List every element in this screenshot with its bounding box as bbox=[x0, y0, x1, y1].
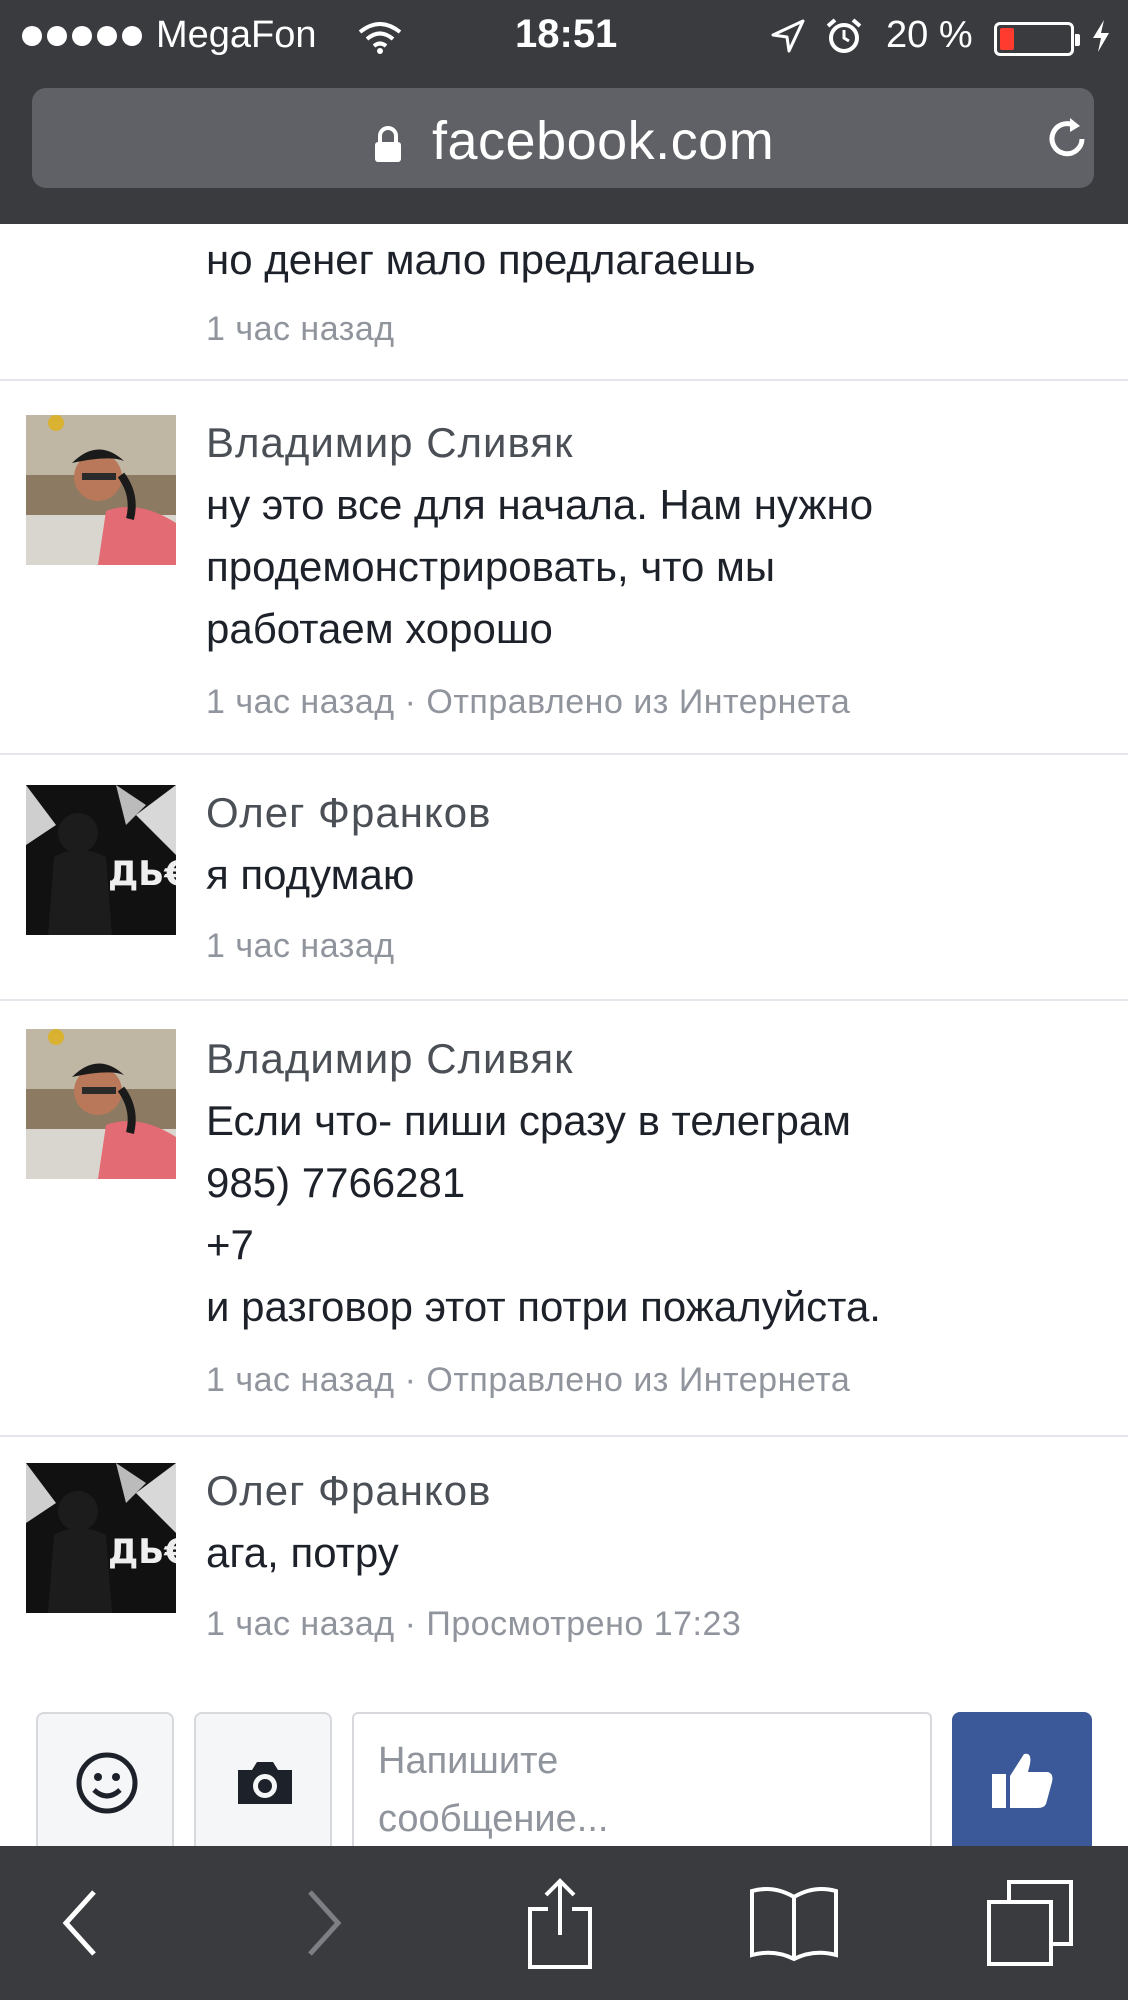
message-text-line: Если что- пиши сразу в телеграм bbox=[206, 1097, 852, 1144]
status-bar: MegaFon 18:51 20 % bbox=[0, 0, 1128, 72]
message-time: 1 час назад bbox=[206, 1361, 395, 1399]
message-text-line: продемонстрировать, что мы bbox=[206, 543, 776, 590]
sender-name[interactable]: Олег Франков bbox=[206, 789, 491, 837]
book-icon bbox=[750, 1887, 838, 1962]
message-item: ДЬ€ Олег Франков ага, потру 1 час назад·… bbox=[0, 1437, 1128, 1697]
smiley-icon bbox=[76, 1752, 138, 1814]
message-meta: 1 час назад · Отправлено из Интернета bbox=[206, 683, 850, 722]
message-time: 1 час назад bbox=[206, 927, 395, 965]
tabs-button[interactable] bbox=[950, 1846, 1110, 2000]
message-meta: 1 час назад · Просмотрено 17:23 bbox=[206, 1605, 741, 1644]
wifi-icon bbox=[358, 22, 402, 54]
message-time: 1 час назад bbox=[206, 1605, 395, 1643]
message-text-line: ну это все для начала. Нам нужно bbox=[206, 481, 874, 528]
meta-separator: · bbox=[404, 1605, 417, 1643]
sender-name[interactable]: Владимир Сливяк bbox=[206, 419, 573, 467]
thumbs-up-icon bbox=[992, 1753, 1053, 1808]
battery-level-fill bbox=[1000, 28, 1014, 50]
message-text-line: я подумаю bbox=[206, 851, 415, 898]
charging-bolt-icon bbox=[1093, 20, 1109, 52]
message-item: Владимир Сливяк Если что- пиши сразу в т… bbox=[0, 1001, 1128, 1437]
tabs-icon bbox=[987, 1880, 1073, 1966]
message-item: но денег мало предлагаешь 1 час назад bbox=[0, 224, 1128, 381]
like-button[interactable] bbox=[952, 1712, 1092, 1846]
message-source: Отправлено из Интернета bbox=[426, 683, 851, 721]
vladimir-avatar-image bbox=[26, 1029, 176, 1179]
url-text[interactable]: facebook.com bbox=[432, 110, 774, 172]
sender-name[interactable]: Владимир Сливяк bbox=[206, 1035, 573, 1083]
svg-text:ДЬ€: ДЬ€ bbox=[108, 1532, 176, 1572]
svg-text:ДЬ€: ДЬ€ bbox=[108, 854, 176, 894]
meta-separator: · bbox=[404, 1361, 417, 1399]
lock-icon bbox=[375, 126, 401, 162]
message-item: Владимир Сливяк ну это все для начала. Н… bbox=[0, 381, 1128, 755]
location-arrow-icon bbox=[771, 19, 805, 53]
message-meta: 1 час назад · Отправлено из Интернета bbox=[206, 1361, 850, 1400]
message-item: ДЬ€ Олег Франков я подумаю 1 час назад bbox=[0, 755, 1128, 1001]
message-text-line: работаем хорошо bbox=[206, 605, 553, 652]
compose-bar: Напишите сообщение... bbox=[0, 1690, 1128, 1846]
message-text-line: +7 bbox=[206, 1221, 254, 1268]
message-input-placeholder: Напишите bbox=[378, 1740, 559, 1782]
vladimir-avatar-image bbox=[26, 415, 176, 565]
share-button[interactable] bbox=[480, 1846, 640, 2000]
sender-name[interactable]: Олег Франков bbox=[206, 1467, 491, 1515]
oleg-avatar-image: ДЬ€ bbox=[26, 1463, 176, 1613]
avatar[interactable] bbox=[26, 1029, 176, 1179]
oleg-avatar-image: ДЬ€ bbox=[26, 785, 176, 935]
message-thread[interactable]: но денег мало предлагаешь 1 час назад Вл… bbox=[0, 224, 1128, 1720]
forward-arrow-icon bbox=[308, 1890, 342, 1956]
browser-address-area: facebook.com bbox=[0, 72, 1128, 224]
signal-strength-icon bbox=[22, 26, 142, 46]
message-text-line: 985) 7766281 bbox=[206, 1159, 466, 1206]
emoji-button[interactable] bbox=[36, 1712, 174, 1846]
avatar[interactable] bbox=[26, 415, 176, 565]
browser-toolbar bbox=[0, 1846, 1128, 2000]
avatar[interactable]: ДЬ€ bbox=[26, 1463, 176, 1613]
message-text-line: ага, потру bbox=[206, 1529, 399, 1576]
message-source: Отправлено из Интернета bbox=[426, 1361, 851, 1399]
avatar[interactable]: ДЬ€ bbox=[26, 785, 176, 935]
meta-separator: · bbox=[404, 683, 417, 721]
battery-percent: 20 % bbox=[886, 14, 973, 56]
bookmarks-button[interactable] bbox=[714, 1846, 874, 2000]
back-button[interactable] bbox=[0, 1846, 160, 2000]
seen-status: Просмотрено 17:23 bbox=[426, 1605, 742, 1643]
camera-button[interactable] bbox=[194, 1712, 332, 1846]
message-time: 1 час назад bbox=[206, 683, 395, 721]
clock: 18:51 bbox=[515, 12, 618, 56]
forward-button[interactable] bbox=[244, 1846, 404, 2000]
message-input-placeholder: сообщение... bbox=[378, 1798, 609, 1840]
battery-icon bbox=[994, 22, 1080, 56]
camera-icon bbox=[238, 1762, 292, 1804]
message-meta: 1 час назад bbox=[206, 310, 395, 349]
message-time: 1 час назад bbox=[206, 310, 395, 348]
address-bar[interactable]: facebook.com bbox=[32, 88, 1094, 188]
message-text: но денег мало предлагаешь bbox=[206, 236, 756, 283]
message-text-line: и разговор этот потри пожалуйста. bbox=[206, 1283, 881, 1330]
back-arrow-icon bbox=[62, 1890, 96, 1956]
message-input[interactable]: Напишите сообщение... bbox=[352, 1712, 932, 1846]
carrier-name: MegaFon bbox=[156, 14, 317, 56]
reload-icon[interactable] bbox=[1042, 114, 1092, 164]
message-meta: 1 час назад bbox=[206, 927, 395, 966]
alarm-clock-icon bbox=[826, 18, 862, 53]
share-icon bbox=[528, 1878, 592, 1969]
